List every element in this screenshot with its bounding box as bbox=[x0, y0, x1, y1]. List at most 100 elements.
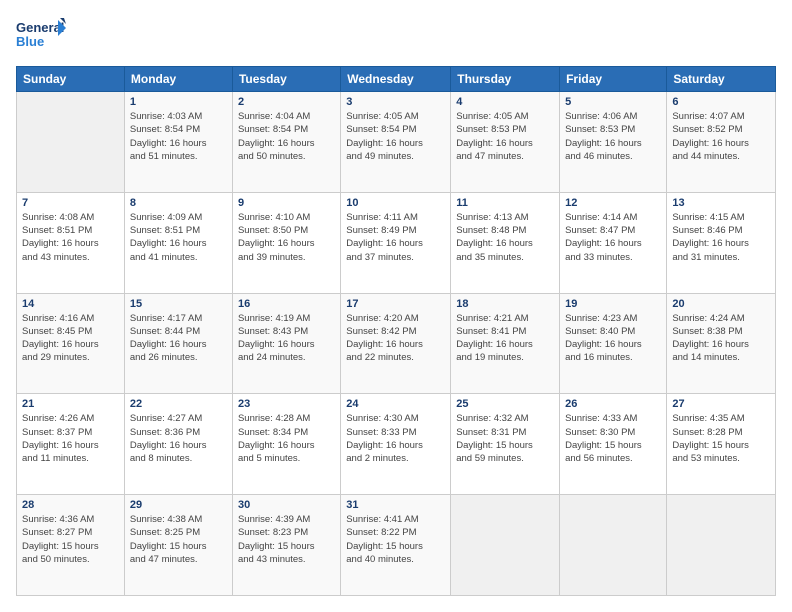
day-info: Sunrise: 4:13 AMSunset: 8:48 PMDaylight:… bbox=[456, 211, 554, 264]
table-row: 10 Sunrise: 4:11 AMSunset: 8:49 PMDayligh… bbox=[341, 192, 451, 293]
day-number: 19 bbox=[565, 298, 661, 310]
day-number: 18 bbox=[456, 298, 554, 310]
day-number: 31 bbox=[346, 499, 445, 511]
table-row: 26 Sunrise: 4:33 AMSunset: 8:30 PMDayligh… bbox=[560, 394, 667, 495]
day-info: Sunrise: 4:41 AMSunset: 8:22 PMDaylight:… bbox=[346, 513, 445, 566]
table-row: 1 Sunrise: 4:03 AMSunset: 8:54 PMDaylight… bbox=[124, 92, 232, 193]
table-row: 28 Sunrise: 4:36 AMSunset: 8:27 PMDayligh… bbox=[17, 495, 125, 596]
day-number: 28 bbox=[22, 499, 119, 511]
svg-text:General: General bbox=[16, 20, 64, 35]
day-info: Sunrise: 4:05 AMSunset: 8:54 PMDaylight:… bbox=[346, 110, 445, 163]
day-number: 11 bbox=[456, 197, 554, 209]
table-row: 12 Sunrise: 4:14 AMSunset: 8:47 PMDayligh… bbox=[560, 192, 667, 293]
table-row: 3 Sunrise: 4:05 AMSunset: 8:54 PMDaylight… bbox=[341, 92, 451, 193]
logo: General Blue bbox=[16, 16, 66, 58]
day-info: Sunrise: 4:35 AMSunset: 8:28 PMDaylight:… bbox=[672, 412, 770, 465]
day-number: 13 bbox=[672, 197, 770, 209]
table-row: 23Sunrise: 4:28 AMSunset: 8:34 PMDayligh… bbox=[232, 394, 340, 495]
logo-svg: General Blue bbox=[16, 16, 66, 58]
day-number: 22 bbox=[130, 398, 227, 410]
table-row: 7 Sunrise: 4:08 AMSunset: 8:51 PMDaylight… bbox=[17, 192, 125, 293]
col-header-monday: Monday bbox=[124, 67, 232, 92]
table-row: 30Sunrise: 4:39 AMSunset: 8:23 PMDayligh… bbox=[232, 495, 340, 596]
day-info: Sunrise: 4:15 AMSunset: 8:46 PMDaylight:… bbox=[672, 211, 770, 264]
day-number: 15 bbox=[130, 298, 227, 310]
day-number: 29 bbox=[130, 499, 227, 511]
day-info: Sunrise: 4:39 AMSunset: 8:23 PMDaylight:… bbox=[238, 513, 335, 566]
day-info: Sunrise: 4:30 AMSunset: 8:33 PMDaylight:… bbox=[346, 412, 445, 465]
day-number: 3 bbox=[346, 96, 445, 108]
day-number: 25 bbox=[456, 398, 554, 410]
day-number: 9 bbox=[238, 197, 335, 209]
table-row: 8 Sunrise: 4:09 AMSunset: 8:51 PMDaylight… bbox=[124, 192, 232, 293]
calendar-table: SundayMondayTuesdayWednesdayThursdayFrid… bbox=[16, 66, 776, 596]
day-info: Sunrise: 4:23 AMSunset: 8:40 PMDaylight:… bbox=[565, 312, 661, 365]
day-info: Sunrise: 4:27 AMSunset: 8:36 PMDaylight:… bbox=[130, 412, 227, 465]
table-row: 11 Sunrise: 4:13 AMSunset: 8:48 PMDayligh… bbox=[451, 192, 560, 293]
day-number: 20 bbox=[672, 298, 770, 310]
table-row: 20 Sunrise: 4:24 AMSunset: 8:38 PMDayligh… bbox=[667, 293, 776, 394]
day-info: Sunrise: 4:21 AMSunset: 8:41 PMDaylight:… bbox=[456, 312, 554, 365]
table-row bbox=[451, 495, 560, 596]
day-info: Sunrise: 4:06 AMSunset: 8:53 PMDaylight:… bbox=[565, 110, 661, 163]
day-info: Sunrise: 4:17 AMSunset: 8:44 PMDaylight:… bbox=[130, 312, 227, 365]
day-info: Sunrise: 4:11 AMSunset: 8:49 PMDaylight:… bbox=[346, 211, 445, 264]
table-row: 6Sunrise: 4:07 AMSunset: 8:52 PMDaylight… bbox=[667, 92, 776, 193]
day-number: 10 bbox=[346, 197, 445, 209]
day-number: 2 bbox=[238, 96, 335, 108]
table-row: 21 Sunrise: 4:26 AMSunset: 8:37 PMDayligh… bbox=[17, 394, 125, 495]
day-number: 21 bbox=[22, 398, 119, 410]
table-row: 2 Sunrise: 4:04 AMSunset: 8:54 PMDaylight… bbox=[232, 92, 340, 193]
day-info: Sunrise: 4:07 AMSunset: 8:52 PMDaylight:… bbox=[672, 110, 770, 163]
day-number: 5 bbox=[565, 96, 661, 108]
day-info: Sunrise: 4:03 AMSunset: 8:54 PMDaylight:… bbox=[130, 110, 227, 163]
table-row: 25 Sunrise: 4:32 AMSunset: 8:31 PMDayligh… bbox=[451, 394, 560, 495]
day-info: Sunrise: 4:32 AMSunset: 8:31 PMDaylight:… bbox=[456, 412, 554, 465]
table-row bbox=[560, 495, 667, 596]
day-number: 17 bbox=[346, 298, 445, 310]
svg-text:Blue: Blue bbox=[16, 34, 44, 49]
day-info: Sunrise: 4:16 AMSunset: 8:45 PMDaylight:… bbox=[22, 312, 119, 365]
day-info: Sunrise: 4:26 AMSunset: 8:37 PMDaylight:… bbox=[22, 412, 119, 465]
day-info: Sunrise: 4:08 AMSunset: 8:51 PMDaylight:… bbox=[22, 211, 119, 264]
col-header-friday: Friday bbox=[560, 67, 667, 92]
col-header-tuesday: Tuesday bbox=[232, 67, 340, 92]
col-header-thursday: Thursday bbox=[451, 67, 560, 92]
table-row bbox=[17, 92, 125, 193]
day-info: Sunrise: 4:05 AMSunset: 8:53 PMDaylight:… bbox=[456, 110, 554, 163]
day-info: Sunrise: 4:09 AMSunset: 8:51 PMDaylight:… bbox=[130, 211, 227, 264]
table-row: 17Sunrise: 4:20 AMSunset: 8:42 PMDayligh… bbox=[341, 293, 451, 394]
day-number: 14 bbox=[22, 298, 119, 310]
table-row: 9 Sunrise: 4:10 AMSunset: 8:50 PMDaylight… bbox=[232, 192, 340, 293]
day-info: Sunrise: 4:14 AMSunset: 8:47 PMDaylight:… bbox=[565, 211, 661, 264]
day-info: Sunrise: 4:10 AMSunset: 8:50 PMDaylight:… bbox=[238, 211, 335, 264]
table-row: 16Sunrise: 4:19 AMSunset: 8:43 PMDayligh… bbox=[232, 293, 340, 394]
calendar-header: SundayMondayTuesdayWednesdayThursdayFrid… bbox=[17, 67, 776, 92]
day-number: 7 bbox=[22, 197, 119, 209]
table-row bbox=[667, 495, 776, 596]
table-row: 4 Sunrise: 4:05 AMSunset: 8:53 PMDaylight… bbox=[451, 92, 560, 193]
table-row: 27 Sunrise: 4:35 AMSunset: 8:28 PMDayligh… bbox=[667, 394, 776, 495]
table-row: 15 Sunrise: 4:17 AMSunset: 8:44 PMDayligh… bbox=[124, 293, 232, 394]
col-header-sunday: Sunday bbox=[17, 67, 125, 92]
day-info: Sunrise: 4:28 AMSunset: 8:34 PMDaylight:… bbox=[238, 412, 335, 465]
day-number: 16 bbox=[238, 298, 335, 310]
table-row: 31 Sunrise: 4:41 AMSunset: 8:22 PMDayligh… bbox=[341, 495, 451, 596]
day-number: 24 bbox=[346, 398, 445, 410]
day-info: Sunrise: 4:33 AMSunset: 8:30 PMDaylight:… bbox=[565, 412, 661, 465]
day-info: Sunrise: 4:24 AMSunset: 8:38 PMDaylight:… bbox=[672, 312, 770, 365]
table-row: 5 Sunrise: 4:06 AMSunset: 8:53 PMDaylight… bbox=[560, 92, 667, 193]
day-number: 1 bbox=[130, 96, 227, 108]
day-number: 8 bbox=[130, 197, 227, 209]
day-number: 27 bbox=[672, 398, 770, 410]
day-number: 12 bbox=[565, 197, 661, 209]
table-row: 14 Sunrise: 4:16 AMSunset: 8:45 PMDayligh… bbox=[17, 293, 125, 394]
page-header: General Blue bbox=[16, 16, 776, 58]
day-number: 26 bbox=[565, 398, 661, 410]
day-info: Sunrise: 4:36 AMSunset: 8:27 PMDaylight:… bbox=[22, 513, 119, 566]
col-header-saturday: Saturday bbox=[667, 67, 776, 92]
col-header-wednesday: Wednesday bbox=[341, 67, 451, 92]
day-info: Sunrise: 4:38 AMSunset: 8:25 PMDaylight:… bbox=[130, 513, 227, 566]
day-info: Sunrise: 4:04 AMSunset: 8:54 PMDaylight:… bbox=[238, 110, 335, 163]
day-number: 4 bbox=[456, 96, 554, 108]
